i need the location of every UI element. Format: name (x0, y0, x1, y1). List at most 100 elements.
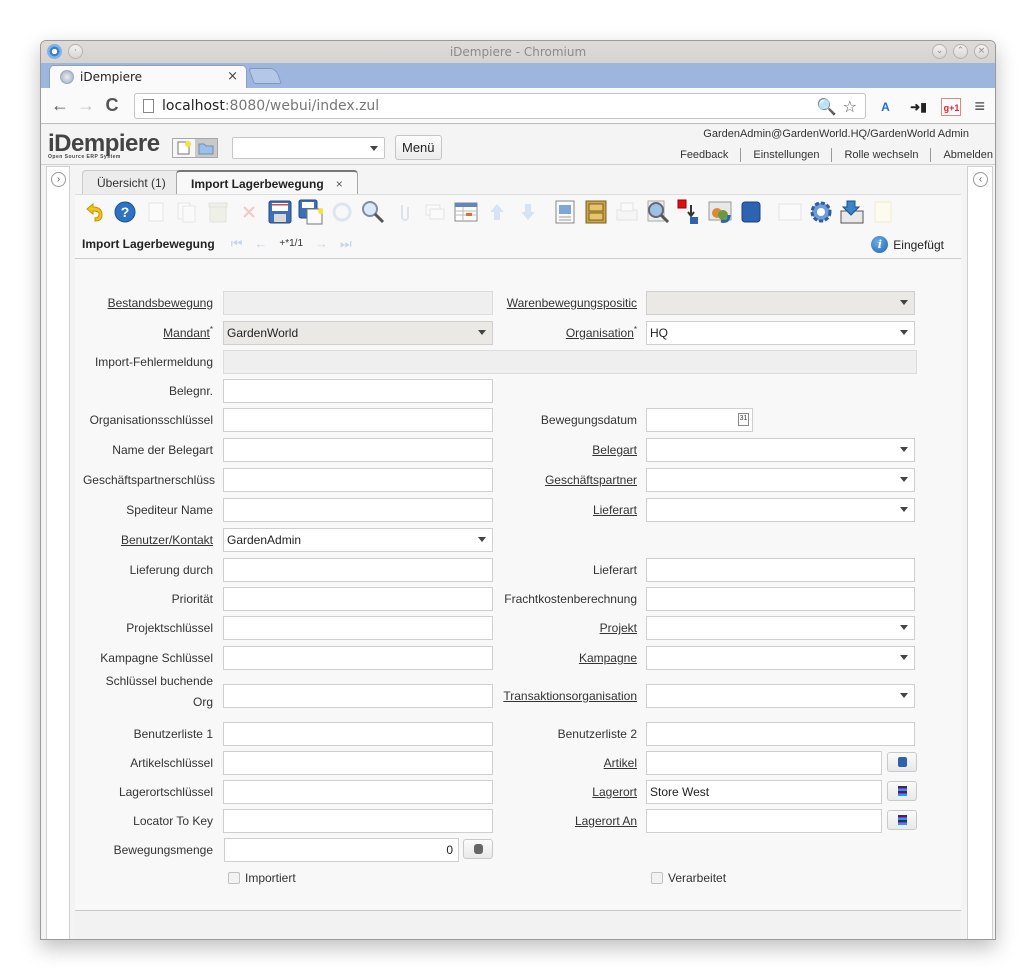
field-prioritaet[interactable] (223, 587, 493, 611)
label-kampagne[interactable]: Kampagne (495, 646, 637, 670)
first-record-button[interactable]: ⏮ (231, 236, 243, 252)
customize-button[interactable] (870, 200, 895, 225)
report-button[interactable] (552, 200, 577, 225)
save-button[interactable] (267, 200, 292, 225)
translate-extension-icon[interactable]: A (875, 98, 895, 116)
field-kampagne[interactable] (646, 646, 915, 670)
new-tab-button[interactable] (248, 68, 282, 84)
field-belegart[interactable] (646, 438, 915, 462)
field-lieferung-durch[interactable] (223, 558, 493, 582)
detail-record-button[interactable] (515, 200, 540, 225)
bookmark-star-icon[interactable]: ☆ (843, 97, 857, 116)
lagerort-search-button[interactable] (887, 781, 917, 801)
tab-import-lagerbewegung[interactable]: Import Lagerbewegung × (176, 170, 358, 195)
label-lagerort-an[interactable]: Lagerort An (495, 809, 637, 833)
send-to-mobile-extension-icon[interactable]: ➜▮ (908, 98, 928, 116)
label-geschaeftspartner[interactable]: Geschäftspartner (495, 468, 637, 492)
label-lagerort[interactable]: Lagerort (495, 780, 637, 804)
zoom-icon[interactable]: 🔍 (817, 97, 837, 116)
global-search-select[interactable] (232, 137, 385, 159)
chat-button[interactable] (422, 200, 447, 225)
tab-overview[interactable]: Übersicht (1) (82, 170, 181, 195)
refresh-button[interactable] (329, 200, 354, 225)
field-transaktionsorganisation[interactable] (646, 684, 915, 708)
save-and-new-button[interactable] (298, 199, 323, 225)
field-belegnr[interactable] (223, 379, 493, 403)
field-lagerort-an[interactable] (646, 809, 882, 833)
calendar-icon[interactable]: 31 (738, 413, 749, 426)
open-folder-button[interactable] (195, 139, 217, 157)
product-info-button[interactable] (738, 200, 763, 225)
field-benutzerliste-2[interactable] (646, 722, 915, 746)
help-button[interactable]: ? (112, 200, 137, 225)
field-benutzerliste-1[interactable] (223, 722, 493, 746)
expand-left-panel-button[interactable]: › (51, 172, 66, 187)
field-locator-to-key[interactable] (223, 809, 493, 833)
label-bestandsbewegung[interactable]: Bestandsbewegung (75, 291, 213, 315)
requests-button[interactable] (707, 200, 732, 225)
field-lagerortschluessel[interactable] (223, 780, 493, 804)
undo-button[interactable] (81, 200, 106, 225)
print-button[interactable] (614, 200, 639, 225)
reload-button[interactable]: C (99, 95, 125, 116)
new-record-button[interactable] (143, 200, 168, 225)
close-tab-icon[interactable]: × (336, 177, 343, 191)
field-warenbewegungsposition[interactable] (646, 291, 915, 315)
minimize-button[interactable]: ⌄ (932, 44, 947, 59)
close-tab-icon[interactable]: × (227, 69, 238, 84)
field-bewegungsdatum[interactable]: 31 (646, 408, 753, 432)
parent-record-button[interactable] (484, 200, 509, 225)
field-lieferart-select[interactable] (646, 498, 915, 522)
field-projekt[interactable] (646, 616, 915, 640)
field-artikel[interactable] (646, 751, 882, 775)
label-transaktionsorganisation[interactable]: Transaktionsorganisation (495, 684, 637, 708)
label-artikel[interactable]: Artikel (495, 751, 637, 775)
previous-record-button[interactable]: ← (254, 236, 267, 251)
label-lieferart[interactable]: Lieferart (495, 498, 637, 522)
field-spediteur-name[interactable] (223, 498, 493, 522)
expand-right-panel-button[interactable]: ‹ (973, 172, 988, 187)
checkbox-verarbeitet[interactable]: Verarbeitet (651, 871, 726, 885)
browser-tab[interactable]: iDempiere × (49, 65, 247, 88)
label-warenbewegungsposition[interactable]: Warenbewegungspositic (495, 291, 637, 315)
delete-record-button[interactable] (205, 200, 230, 225)
menu-button[interactable]: Menü (395, 135, 442, 160)
field-name-der-belegart[interactable] (223, 438, 493, 462)
checkbox-box[interactable] (651, 872, 663, 884)
field-lagerort[interactable]: Store West (646, 780, 882, 804)
delete-selection-button[interactable] (236, 200, 261, 225)
field-bewegungsmenge[interactable]: 0 (224, 838, 459, 862)
grid-toggle-button[interactable] (453, 200, 478, 225)
field-geschaeftspartner[interactable] (646, 468, 915, 492)
field-kampagne-schluessel[interactable] (223, 646, 493, 670)
maximize-button[interactable]: ⌃ (953, 44, 968, 59)
label-belegart[interactable]: Belegart (495, 438, 637, 462)
feedback-link[interactable]: Feedback (668, 148, 740, 162)
active-workflows-button[interactable] (676, 199, 701, 225)
change-role-link[interactable]: Rolle wechseln (831, 148, 930, 162)
field-lieferart-text[interactable] (646, 558, 915, 582)
new-document-button[interactable] (173, 139, 195, 157)
label-benutzer-kontakt[interactable]: Benutzer/Kontakt (75, 528, 213, 552)
checkbox-box[interactable] (228, 872, 240, 884)
export-button[interactable] (839, 200, 864, 225)
process-button[interactable] (808, 200, 833, 225)
artikel-search-button[interactable] (887, 752, 917, 772)
logout-link[interactable]: Abmelden (930, 148, 993, 162)
field-frachtkostenberechnung[interactable] (646, 587, 915, 611)
attachment-button[interactable] (391, 200, 416, 225)
find-button[interactable] (360, 200, 385, 225)
preferences-link[interactable]: Einstellungen (740, 148, 831, 162)
post-button[interactable] (777, 200, 802, 225)
forward-button[interactable]: → (73, 95, 99, 116)
checkbox-importiert[interactable]: Importiert (228, 871, 296, 885)
field-organisation[interactable]: HQ (646, 321, 915, 345)
next-record-button[interactable]: → (315, 236, 328, 251)
field-benutzer-kontakt[interactable]: GardenAdmin (223, 528, 493, 552)
field-geschaeftspartnerschluessel[interactable] (223, 468, 493, 492)
lagerort-an-search-button[interactable] (887, 810, 917, 830)
archive-button[interactable] (583, 200, 608, 225)
zoom-across-button[interactable] (645, 200, 670, 225)
field-organisationsschluessel[interactable] (223, 408, 493, 432)
last-record-button[interactable]: ⏭ (340, 236, 352, 252)
